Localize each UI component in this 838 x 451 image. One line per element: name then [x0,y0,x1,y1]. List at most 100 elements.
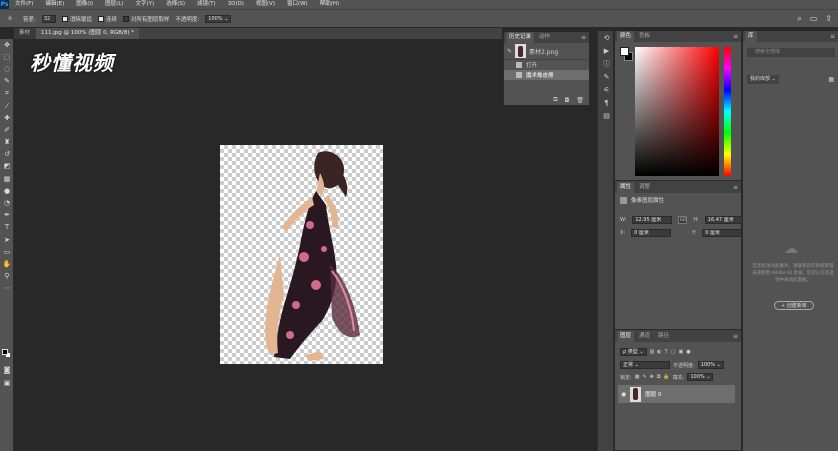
adjustments-icon[interactable]: ⚟ [598,83,615,96]
panel-menu-icon[interactable]: ≡ [733,31,738,42]
library-search-input[interactable]: 搜索全部库 [747,48,835,57]
panel-menu-icon[interactable]: ≡ [581,32,586,43]
notes-icon[interactable]: ▤ [598,109,615,122]
height-input[interactable]: 16.47 厘米 [704,216,745,224]
gradient-tool-icon[interactable]: ▦ [0,173,14,185]
info-panel-icon[interactable]: ⓘ [598,57,615,70]
menu-3d[interactable]: 3D(D) [222,0,250,9]
magic-eraser-tool-icon[interactable]: ✧ [3,13,17,25]
history-panel-icon[interactable]: ⟲ [598,31,615,44]
panel-menu-icon[interactable]: ≡ [733,182,738,193]
panel-menu-icon[interactable]: ≡ [830,31,835,42]
menu-type[interactable]: 文字(Y) [130,0,161,9]
panel-menu-icon[interactable]: ≡ [733,331,738,342]
layer-name[interactable]: 图层 0 [645,390,661,398]
new-snapshot-icon[interactable]: ◘ [565,97,570,104]
menu-help[interactable]: 帮助(H) [314,0,345,9]
crop-tool-icon[interactable]: ⌗ [0,88,14,100]
sample-all-checkbox[interactable]: 对所有图层取样 [122,15,169,23]
eye-visibility-icon[interactable]: ◉ [621,391,626,398]
tolerance-input[interactable]: 32 [41,14,56,23]
layer-row-layer-0[interactable]: ◉ 图层 0 [618,385,735,403]
path-selection-tool-icon[interactable]: ➤ [0,234,14,246]
menu-select[interactable]: 选择(S) [160,0,191,9]
zoom-tool-icon[interactable]: ⚲ [0,271,14,283]
lasso-tool-icon[interactable]: ◌ [0,63,14,75]
tab-actions[interactable]: 动作 [536,32,553,43]
opacity-select[interactable]: 100% ⌄ [205,14,232,23]
document-canvas[interactable] [220,145,383,364]
hand-tool-icon[interactable]: ✋ [0,258,14,270]
history-brush-source-icon[interactable]: ✎ [507,48,512,55]
dodge-tool-icon[interactable]: ◔ [0,197,14,209]
workspace-icon[interactable]: ▭ [810,14,818,24]
filter-adjustment-icon[interactable]: ◐ [657,349,661,355]
screen-mode-icon[interactable]: ▣ [0,377,14,389]
clone-stamp-tool-icon[interactable]: ♜ [0,137,14,149]
filter-toggle-icon[interactable]: ● [686,349,690,355]
quick-mask-icon[interactable]: ◙ [0,364,14,376]
brush-tool-icon[interactable]: ✐ [0,124,14,136]
tab-paths[interactable]: 路径 [655,331,672,342]
share-icon[interactable]: ⇪ [825,14,832,24]
lock-transparency-icon[interactable]: ▩ [635,374,640,380]
quick-select-tool-icon[interactable]: ✎ [0,76,14,88]
photoshop-logo-icon[interactable]: Ps [0,0,9,9]
library-select[interactable]: 我的库部 ⌄ [747,75,779,84]
menu-view[interactable]: 视图(V) [250,0,281,9]
fill-input[interactable]: 100% ⌄ [687,373,714,381]
tab-color[interactable]: 颜色 [617,31,635,42]
blend-mode-select[interactable]: 正常 ⌄ [620,361,670,369]
lock-artboard-icon[interactable]: ⧉ [657,374,661,380]
shape-tool-icon[interactable]: ▭ [0,246,14,258]
brush-settings-icon[interactable]: ✎ [598,70,615,83]
hue-slider[interactable] [724,47,731,176]
create-library-button[interactable]: + 创建新库 [774,301,814,310]
link-dimensions-button[interactable]: GO [678,216,688,224]
eyedropper-tool-icon[interactable]: ⁄ [0,100,14,112]
width-input[interactable]: 12.95 厘米 [632,216,673,224]
history-step-open[interactable]: 打开 [504,60,589,70]
eraser-tool-icon[interactable]: ◩ [0,161,14,173]
history-step-magic-eraser[interactable]: 魔术橡皮擦 [504,70,589,80]
contiguous-checkbox[interactable]: 连续 [97,15,117,23]
search-icon[interactable]: ⌕ [797,14,801,24]
y-input[interactable]: 0 厘米 [702,229,743,237]
pen-tool-icon[interactable]: ✒ [0,210,14,222]
tab-history[interactable]: 历史记录 [506,32,535,43]
color-picker-field[interactable] [635,47,719,176]
menu-layer[interactable]: 图层(L) [99,0,129,9]
lock-all-icon[interactable]: 🔒 [663,374,669,380]
layer-opacity-input[interactable]: 100% ⌄ [697,361,724,369]
layer-kind-filter[interactable]: ρ 类型 ⌄ [620,348,647,356]
new-document-from-state-icon[interactable]: ⧉ [553,96,557,104]
history-snapshot[interactable]: ✎ 素材2.png [504,43,589,60]
tab-channels[interactable]: 通道 [636,331,653,342]
move-tool-icon[interactable]: ✥ [0,39,14,51]
grid-view-icon[interactable]: ▦ [828,76,834,83]
antialias-checkbox[interactable]: 消除锯齿 [61,15,92,23]
filter-shape-icon[interactable]: ▢ [671,349,676,355]
foreground-color-swatch[interactable] [620,47,629,56]
menu-image[interactable]: 图像(I) [70,0,99,9]
tab-adjustments[interactable]: 调整 [636,182,653,193]
menu-edit[interactable]: 编辑(E) [39,0,70,9]
filter-smart-object-icon[interactable]: ▣ [678,349,683,355]
menu-file[interactable]: 文件(F) [9,0,39,9]
tab-libraries[interactable]: 库 [745,31,757,42]
canvas-area[interactable]: 秒懂视频 [14,39,502,451]
filter-type-icon[interactable]: T [665,349,668,355]
more-tools-icon[interactable]: ⋯ [0,283,14,295]
tab-document-1[interactable]: 素材 [14,28,36,39]
lock-position-icon[interactable]: ✥ [650,374,654,380]
healing-brush-tool-icon[interactable]: ✚ [0,112,14,124]
menu-window[interactable]: 窗口(W) [281,0,314,9]
actions-panel-icon[interactable]: ▶ [598,44,615,57]
lock-pixels-icon[interactable]: ✎ [642,374,646,380]
marquee-tool-icon[interactable]: ⬚ [0,51,14,63]
tab-document-2[interactable]: 111.jpg @ 100% (图层 0, RGB/8) * [36,28,139,39]
tab-layers[interactable]: 图层 [617,331,635,342]
foreground-color-swatch[interactable] [2,349,8,355]
blur-tool-icon[interactable]: ● [0,185,14,197]
menu-filter[interactable]: 滤镜(T) [191,0,222,9]
